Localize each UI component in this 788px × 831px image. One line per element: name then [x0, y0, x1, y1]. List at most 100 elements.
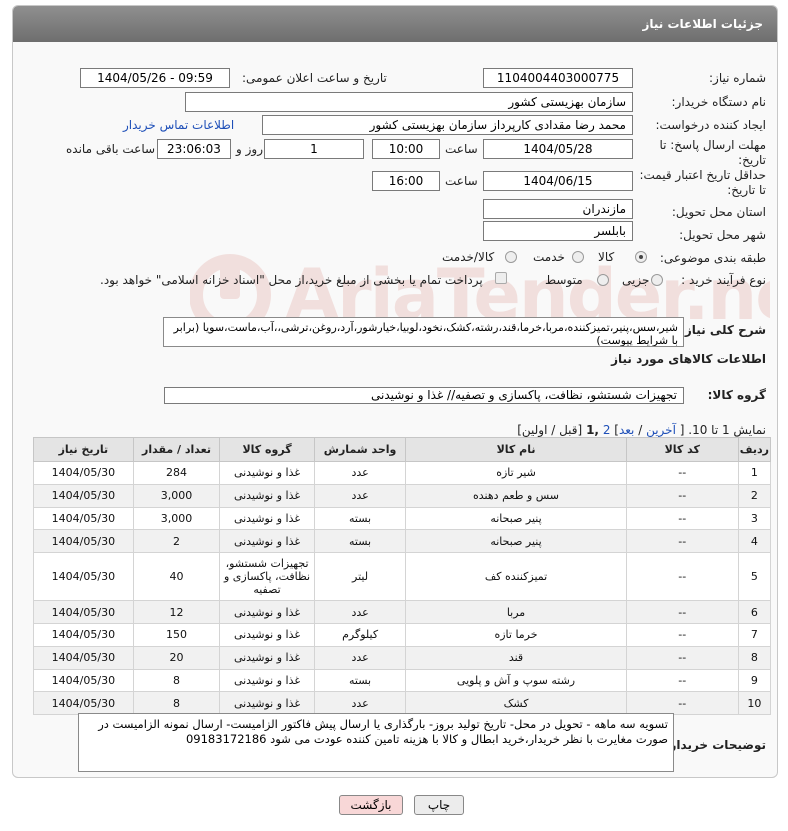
- need-number-field[interactable]: 1104004403000775: [483, 68, 633, 88]
- cell-row-number: 4: [737, 529, 772, 554]
- requester-field[interactable]: محمد رضا مقدادی کارپرداز سازمان بهزیستی …: [262, 115, 633, 135]
- treasury-payment-checkbox[interactable]: [495, 272, 507, 284]
- cell-need-date: 1404/05/30: [33, 691, 134, 716]
- cell-item-group: غذا و نوشیدنی: [219, 668, 315, 693]
- table-row[interactable]: 10 -- کشک عدد غذا و نوشیدنی 8 1404/05/30: [33, 691, 772, 716]
- category-option-both: کالا/خدمت: [442, 250, 495, 264]
- announce-date-label: تاریخ و ساعت اعلان عمومی:: [242, 71, 387, 85]
- table-row[interactable]: 1 -- شیر تازه عدد غذا و نوشیدنی 284 1404/05/30: [33, 461, 772, 485]
- pagination-page-2[interactable]: 2: [603, 423, 611, 437]
- print-button[interactable]: چاپ: [414, 795, 464, 815]
- cell-row-number: 7: [737, 622, 772, 647]
- goods-group-field[interactable]: تجهیزات شستشو، نظافت، پاکسازی و تصفیه// …: [164, 387, 684, 404]
- cell-unit: عدد: [313, 691, 407, 716]
- price-validity-label-2: تا تاریخ:: [727, 183, 766, 197]
- table-row[interactable]: 2 -- سس و طعم دهنده عدد غذا و نوشیدنی 3,000 14…: [33, 483, 772, 508]
- cell-item-group: تجهیزات شستشو، نظافت، پاکسازی و تصفیه: [219, 552, 315, 602]
- cell-item-code: --: [625, 506, 739, 531]
- category-radio-goods[interactable]: [635, 251, 647, 263]
- need-number-label: شماره نیاز:: [709, 71, 766, 85]
- header-unit[interactable]: واحد شمارش: [313, 437, 407, 462]
- cell-need-date: 1404/05/30: [33, 461, 134, 485]
- cell-row-number: 2: [737, 483, 772, 508]
- category-radio-service[interactable]: [572, 251, 584, 263]
- price-validity-time-field[interactable]: 16:00: [372, 171, 440, 191]
- category-radio-both[interactable]: [505, 251, 517, 263]
- category-label: طبقه بندی موضوعی:: [659, 251, 766, 265]
- cell-need-date: 1404/05/30: [33, 483, 134, 508]
- cell-item-code: --: [625, 645, 739, 670]
- table-header-row: ردیف کد کالا نام کالا واحد شمارش گروه کا…: [33, 437, 772, 462]
- header-item-name[interactable]: نام کالا: [405, 437, 627, 462]
- header-item-group[interactable]: گروه کالا: [219, 437, 315, 462]
- buyer-org-label: نام دستگاه خریدار:: [671, 95, 767, 109]
- goods-table: ردیف کد کالا نام کالا واحد شمارش گروه کا…: [33, 437, 772, 716]
- treasury-payment-note: پرداخت تمام یا بخشی از مبلغ خرید،از محل …: [100, 273, 483, 287]
- cell-item-code: --: [625, 461, 739, 485]
- goods-section-title: اطلاعات کالاهای مورد نیاز: [611, 352, 766, 366]
- cell-need-date: 1404/05/30: [33, 668, 134, 693]
- header-item-code[interactable]: کد کالا: [625, 437, 739, 462]
- table-row[interactable]: 5 -- تمیزکننده کف لیتر تجهیزات شستشو، نظافت،…: [33, 552, 772, 602]
- process-label: نوع فرآیند خرید :: [681, 273, 766, 287]
- pagination-tail: [قبل / اولین]: [517, 423, 583, 437]
- buyer-contact-link[interactable]: اطلاعات تماس خریدار: [123, 118, 234, 132]
- delivery-province-field[interactable]: مازندران: [483, 199, 633, 219]
- cell-row-number: 1: [737, 461, 772, 485]
- cell-quantity: 12: [132, 600, 221, 624]
- table-row[interactable]: 8 -- قند عدد غذا و نوشیدنی 20 1404/05/30: [33, 645, 772, 670]
- cell-item-name: پنیر صبحانه: [405, 529, 627, 554]
- cell-item-group: غذا و نوشیدنی: [219, 461, 315, 485]
- cell-quantity: 3,000: [132, 483, 221, 508]
- cell-quantity: 150: [132, 622, 221, 647]
- announce-date-field[interactable]: 1404/05/26 - 09:59: [80, 68, 230, 88]
- back-button[interactable]: بازگشت: [339, 795, 403, 815]
- cell-item-group: غذا و نوشیدنی: [219, 506, 315, 531]
- cell-item-name: تمیزکننده کف: [405, 552, 627, 602]
- remaining-days-field[interactable]: 1: [264, 139, 364, 159]
- cell-item-name: مربا: [405, 600, 627, 624]
- price-validity-label-1: حداقل تاریخ اعتبار قیمت:: [639, 168, 766, 182]
- cell-item-code: --: [625, 600, 739, 624]
- buyer-notes-field[interactable]: تسویه سه ماهه - تحویل در محل- تاریخ تولی…: [78, 713, 674, 772]
- header-row-number[interactable]: ردیف: [737, 437, 772, 462]
- category-option-goods: کالا: [598, 250, 615, 264]
- buyer-org-field[interactable]: سازمان بهزیستی کشور: [185, 92, 633, 112]
- price-validity-date-field[interactable]: 1404/06/15: [483, 171, 633, 191]
- cell-item-code: --: [625, 552, 739, 602]
- pagination-last-link[interactable]: آخرین: [646, 423, 676, 437]
- process-option-minor: جزیی: [622, 273, 650, 287]
- process-radio-medium[interactable]: [597, 274, 609, 286]
- pagination-next-link[interactable]: بعد: [619, 423, 634, 437]
- cell-item-group: غذا و نوشیدنی: [219, 483, 315, 508]
- table-row[interactable]: 9 -- رشته سوپ و آش و پلویی بسته غذا و نوشیدن…: [33, 668, 772, 693]
- cell-unit: بسته: [313, 506, 407, 531]
- delivery-city-field[interactable]: بابلسر: [483, 221, 633, 241]
- table-row[interactable]: 6 -- مربا عدد غذا و نوشیدنی 12 1404/05/30: [33, 600, 772, 624]
- process-radio-minor[interactable]: [651, 274, 663, 286]
- price-validity-time-label: ساعت: [445, 174, 478, 188]
- table-row[interactable]: 7 -- خرما تازه کیلوگرم غذا و نوشیدنی 150 1404/…: [33, 622, 772, 647]
- table-row[interactable]: 4 -- پنیر صبحانه بسته غذا و نوشیدنی 2 1404/05/…: [33, 529, 772, 554]
- cell-row-number: 5: [737, 552, 772, 602]
- cell-item-code: --: [625, 529, 739, 554]
- description-field[interactable]: شیر،سس،پنیر،تمیزکننده،مربا،خرما،قند،رشته…: [163, 317, 684, 347]
- reply-date-field[interactable]: 1404/05/28: [483, 139, 633, 159]
- cell-need-date: 1404/05/30: [33, 529, 134, 554]
- cell-quantity: 8: [132, 691, 221, 716]
- header-need-date[interactable]: تاریخ نیاز: [33, 437, 134, 462]
- header-quantity[interactable]: تعداد / مقدار: [132, 437, 221, 462]
- cell-quantity: 20: [132, 645, 221, 670]
- cell-unit: کیلوگرم: [313, 622, 407, 647]
- cell-item-code: --: [625, 668, 739, 693]
- cell-item-code: --: [625, 622, 739, 647]
- table-row[interactable]: 3 -- پنیر صبحانه بسته غذا و نوشیدنی 3,000 1404…: [33, 506, 772, 531]
- cell-item-name: سس و طعم دهنده: [405, 483, 627, 508]
- cell-item-code: --: [625, 691, 739, 716]
- table-body: 1 -- شیر تازه عدد غذا و نوشیدنی 284 1404/05/30…: [33, 461, 772, 716]
- remaining-time-field[interactable]: 23:06:03: [157, 139, 231, 159]
- cell-need-date: 1404/05/30: [33, 552, 134, 602]
- reply-time-field[interactable]: 10:00: [372, 139, 440, 159]
- delivery-province-label: استان محل تحویل:: [671, 205, 766, 219]
- reply-deadline-label-1: مهلت ارسال پاسخ: تا: [659, 138, 766, 152]
